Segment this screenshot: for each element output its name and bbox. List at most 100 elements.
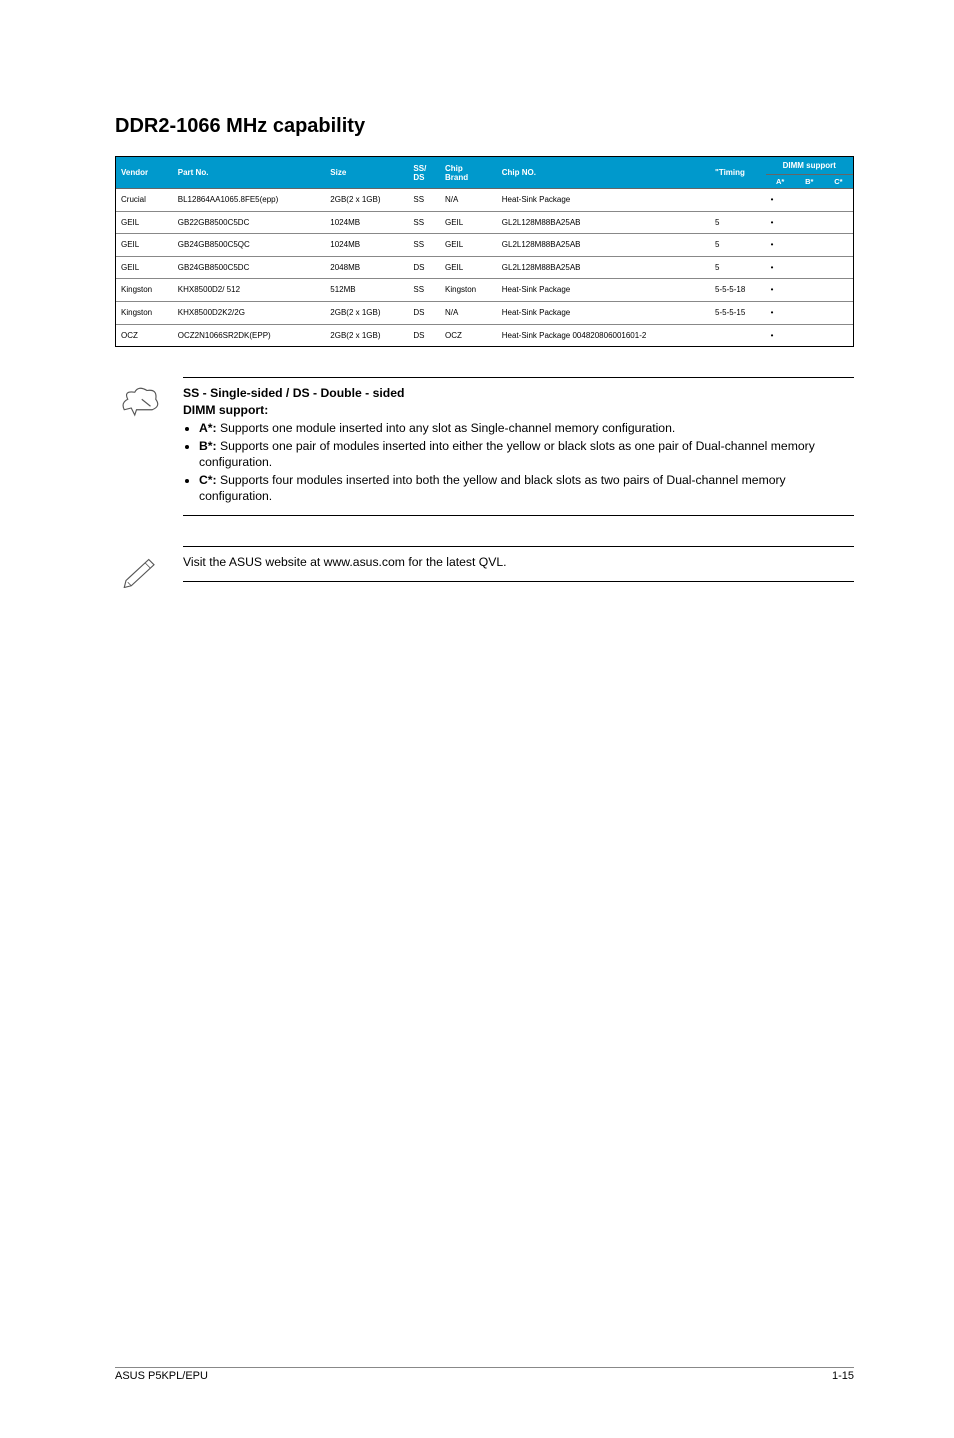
cell-size: 2GB(2 x 1GB) <box>325 301 408 324</box>
cell-timing: 5-5-5-15 <box>710 301 766 324</box>
th-dimm: DIMM support <box>766 157 853 175</box>
table-row: KingstonKHX8500D2/ 512512MBSSKingstonHea… <box>116 279 853 302</box>
cell-vendor: GEIL <box>116 256 173 279</box>
cell-partno: OCZ2N1066SR2DK(EPP) <box>173 324 326 346</box>
th-chipbrand: Chip Brand <box>440 157 497 189</box>
th-a: A* <box>766 175 795 189</box>
th-ssds: SS/ DS <box>408 157 440 189</box>
list-item: C*: Supports four modules inserted into … <box>199 472 854 505</box>
cell-b <box>795 324 824 346</box>
table-row: CrucialBL12864AA1065.8FE5(epp)2GB(2 x 1G… <box>116 189 853 212</box>
cell-c <box>824 189 853 212</box>
cell-ssds: SS <box>408 279 440 302</box>
th-size: Size <box>325 157 408 189</box>
cell-c <box>824 234 853 257</box>
cell-chipbrand: Kingston <box>440 279 497 302</box>
footer-left: ASUS P5KPL/EPU <box>115 1370 208 1382</box>
cell-c <box>824 324 853 346</box>
cell-vendor: OCZ <box>116 324 173 346</box>
cell-chipbrand: N/A <box>440 189 497 212</box>
cell-chipbrand: OCZ <box>440 324 497 346</box>
cell-ssds: DS <box>408 301 440 324</box>
cell-ssds: SS <box>408 189 440 212</box>
cell-c <box>824 211 853 234</box>
qvl-table: Vendor Part No. Size SS/ DS Chip Brand C… <box>116 157 853 346</box>
cell-timing: 5 <box>710 256 766 279</box>
table-row: GEILGB24GB8500C5QC1024MBSSGEILGL2L128M88… <box>116 234 853 257</box>
cell-size: 1024MB <box>325 211 408 234</box>
note-qvl-link: Visit the ASUS website at www.asus.com f… <box>119 546 854 593</box>
cell-b <box>795 256 824 279</box>
cell-ssds: SS <box>408 211 440 234</box>
cell-size: 2048MB <box>325 256 408 279</box>
note1-heading2: DIMM support: <box>183 403 268 417</box>
table-row: GEILGB24GB8500C5DC2048MBDSGEILGL2L128M88… <box>116 256 853 279</box>
cell-a: • <box>766 211 795 234</box>
cell-c <box>824 301 853 324</box>
cell-vendor: Crucial <box>116 189 173 212</box>
cell-vendor: Kingston <box>116 301 173 324</box>
cell-partno: KHX8500D2K2/2G <box>173 301 326 324</box>
pencil-icon <box>119 552 161 593</box>
cell-chipno: Heat-Sink Package <box>497 189 710 212</box>
qvl-table-wrap: Vendor Part No. Size SS/ DS Chip Brand C… <box>115 156 854 347</box>
th-c: C* <box>824 175 853 189</box>
cell-timing: 5 <box>710 234 766 257</box>
th-vendor: Vendor <box>116 157 173 189</box>
cell-partno: GB24GB8500C5DC <box>173 256 326 279</box>
note-icon <box>119 383 161 424</box>
cell-b <box>795 189 824 212</box>
cell-b <box>795 211 824 234</box>
cell-b <box>795 279 824 302</box>
cell-partno: KHX8500D2/ 512 <box>173 279 326 302</box>
cell-ssds: DS <box>408 256 440 279</box>
th-chipno: Chip NO. <box>497 157 710 189</box>
cell-chipno: GL2L128M88BA25AB <box>497 211 710 234</box>
cell-chipbrand: N/A <box>440 301 497 324</box>
cell-chipno: Heat-Sink Package <box>497 279 710 302</box>
cell-ssds: SS <box>408 234 440 257</box>
cell-vendor: GEIL <box>116 234 173 257</box>
cell-a: • <box>766 279 795 302</box>
cell-timing: 5-5-5-18 <box>710 279 766 302</box>
cell-a: • <box>766 301 795 324</box>
th-partno: Part No. <box>173 157 326 189</box>
list-item: A*: Supports one module inserted into an… <box>199 420 854 436</box>
cell-chipno: Heat-Sink Package 004820806001601-2 <box>497 324 710 346</box>
note-ssds-dimm: SS - Single-sided / DS - Double - sided … <box>119 377 854 516</box>
cell-c <box>824 279 853 302</box>
cell-timing <box>710 324 766 346</box>
th-b: B* <box>795 175 824 189</box>
page-footer: ASUS P5KPL/EPU 1-15 <box>115 1367 854 1382</box>
cell-a: • <box>766 256 795 279</box>
cell-timing <box>710 189 766 212</box>
cell-chipno: GL2L128M88BA25AB <box>497 256 710 279</box>
page-title: DDR2-1066 MHz capability <box>115 115 854 138</box>
note1-heading1: SS - Single-sided / DS - Double - sided <box>183 386 404 400</box>
cell-b <box>795 301 824 324</box>
cell-timing: 5 <box>710 211 766 234</box>
footer-right: 1-15 <box>832 1370 854 1382</box>
list-item: B*: Supports one pair of modules inserte… <box>199 438 854 471</box>
cell-chipbrand: GEIL <box>440 256 497 279</box>
table-row: OCZOCZ2N1066SR2DK(EPP)2GB(2 x 1GB)DSOCZH… <box>116 324 853 346</box>
cell-a: • <box>766 189 795 212</box>
cell-size: 1024MB <box>325 234 408 257</box>
cell-chipno: Heat-Sink Package <box>497 301 710 324</box>
cell-size: 2GB(2 x 1GB) <box>325 189 408 212</box>
cell-chipbrand: GEIL <box>440 234 497 257</box>
cell-chipbrand: GEIL <box>440 211 497 234</box>
cell-size: 2GB(2 x 1GB) <box>325 324 408 346</box>
cell-size: 512MB <box>325 279 408 302</box>
cell-c <box>824 256 853 279</box>
cell-a: • <box>766 324 795 346</box>
note-content-1: SS - Single-sided / DS - Double - sided … <box>183 377 854 516</box>
cell-vendor: GEIL <box>116 211 173 234</box>
th-timing: "Timing <box>710 157 766 189</box>
cell-vendor: Kingston <box>116 279 173 302</box>
table-row: GEILGB22GB8500C5DC1024MBSSGEILGL2L128M88… <box>116 211 853 234</box>
cell-chipno: GL2L128M88BA25AB <box>497 234 710 257</box>
cell-partno: BL12864AA1065.8FE5(epp) <box>173 189 326 212</box>
cell-ssds: DS <box>408 324 440 346</box>
cell-a: • <box>766 234 795 257</box>
